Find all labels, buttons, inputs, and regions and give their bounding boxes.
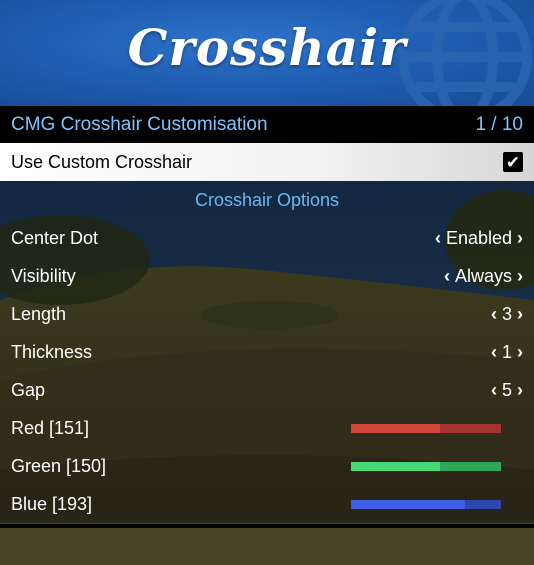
menu-banner: Crosshair — [0, 0, 534, 106]
banner-title: Crosshair — [127, 18, 407, 77]
menu-item-center-dot[interactable]: Center Dot ‹ Enabled › — [0, 219, 534, 257]
list-value-text: Always — [454, 265, 512, 286]
menu-item-label: Use Custom Crosshair — [11, 151, 193, 172]
list-value-text: Enabled — [445, 227, 512, 248]
list-value: ‹ 1 › — [491, 342, 523, 363]
list-value: ‹ Enabled › — [435, 228, 523, 249]
menu-item-label: Red [151] — [11, 417, 90, 438]
chevron-right-icon[interactable]: › — [517, 380, 523, 401]
menu-title: CMG Crosshair Customisation — [11, 114, 268, 135]
slider-track — [440, 461, 501, 471]
section-header-label: Crosshair Options — [194, 189, 340, 210]
chevron-right-icon[interactable]: › — [517, 304, 523, 325]
menu-item-label: Green [150] — [11, 455, 107, 476]
menu-item-use-custom-crosshair[interactable]: Use Custom Crosshair ✔ — [0, 143, 534, 181]
menu-item-counter: 1 / 10 — [475, 114, 523, 135]
list-value-text: 3 — [501, 303, 512, 324]
chevron-left-icon[interactable]: ‹ — [491, 380, 497, 401]
slider-track — [465, 499, 501, 509]
slider-blue[interactable] — [351, 499, 501, 509]
menu-item-thickness[interactable]: Thickness ‹ 1 › — [0, 333, 534, 371]
list-value-text: 5 — [501, 379, 512, 400]
chevron-right-icon[interactable]: › — [517, 266, 523, 287]
slider-green[interactable] — [351, 461, 501, 471]
chevron-left-icon[interactable]: ‹ — [491, 342, 497, 363]
menu-item-label: Center Dot — [11, 227, 99, 248]
menu-subtitle-bar: CMG Crosshair Customisation 1 / 10 — [0, 106, 534, 144]
menu-item-length[interactable]: Length ‹ 3 › — [0, 295, 534, 333]
chevron-right-icon[interactable]: › — [517, 228, 523, 249]
menu-item-label: Visibility — [11, 265, 76, 286]
menu-item-gap[interactable]: Gap ‹ 5 › — [0, 371, 534, 409]
menu-item-label: Blue [193] — [11, 493, 93, 514]
slider-red[interactable] — [351, 423, 501, 433]
menu-item-visibility[interactable]: Visibility ‹ Always › — [0, 257, 534, 295]
section-header-crosshair-options: Crosshair Options — [0, 181, 534, 219]
slider-track — [440, 423, 501, 433]
chevron-left-icon[interactable]: ‹ — [444, 266, 450, 287]
chevron-right-icon[interactable]: › — [517, 342, 523, 363]
list-value: ‹ 5 › — [491, 380, 523, 401]
slider-fill — [351, 423, 440, 433]
checkbox-checked-icon[interactable]: ✔ — [503, 152, 523, 172]
slider-fill — [351, 499, 465, 509]
slider-fill — [351, 461, 440, 471]
list-value: ‹ Always › — [444, 266, 523, 287]
menu-item-label: Gap — [11, 379, 46, 400]
menu-item-green[interactable]: Green [150] — [0, 447, 534, 485]
menu-item-blue[interactable]: Blue [193] — [0, 485, 534, 523]
menu-item-label: Length — [11, 303, 67, 324]
list-value-text: 1 — [501, 341, 512, 362]
list-value: ‹ 3 › — [491, 304, 523, 325]
menu-item-label: Thickness — [11, 341, 93, 362]
menu-footer-divider — [0, 524, 534, 528]
chevron-left-icon[interactable]: ‹ — [435, 228, 441, 249]
menu-item-red[interactable]: Red [151] — [0, 409, 534, 447]
chevron-left-icon[interactable]: ‹ — [491, 304, 497, 325]
